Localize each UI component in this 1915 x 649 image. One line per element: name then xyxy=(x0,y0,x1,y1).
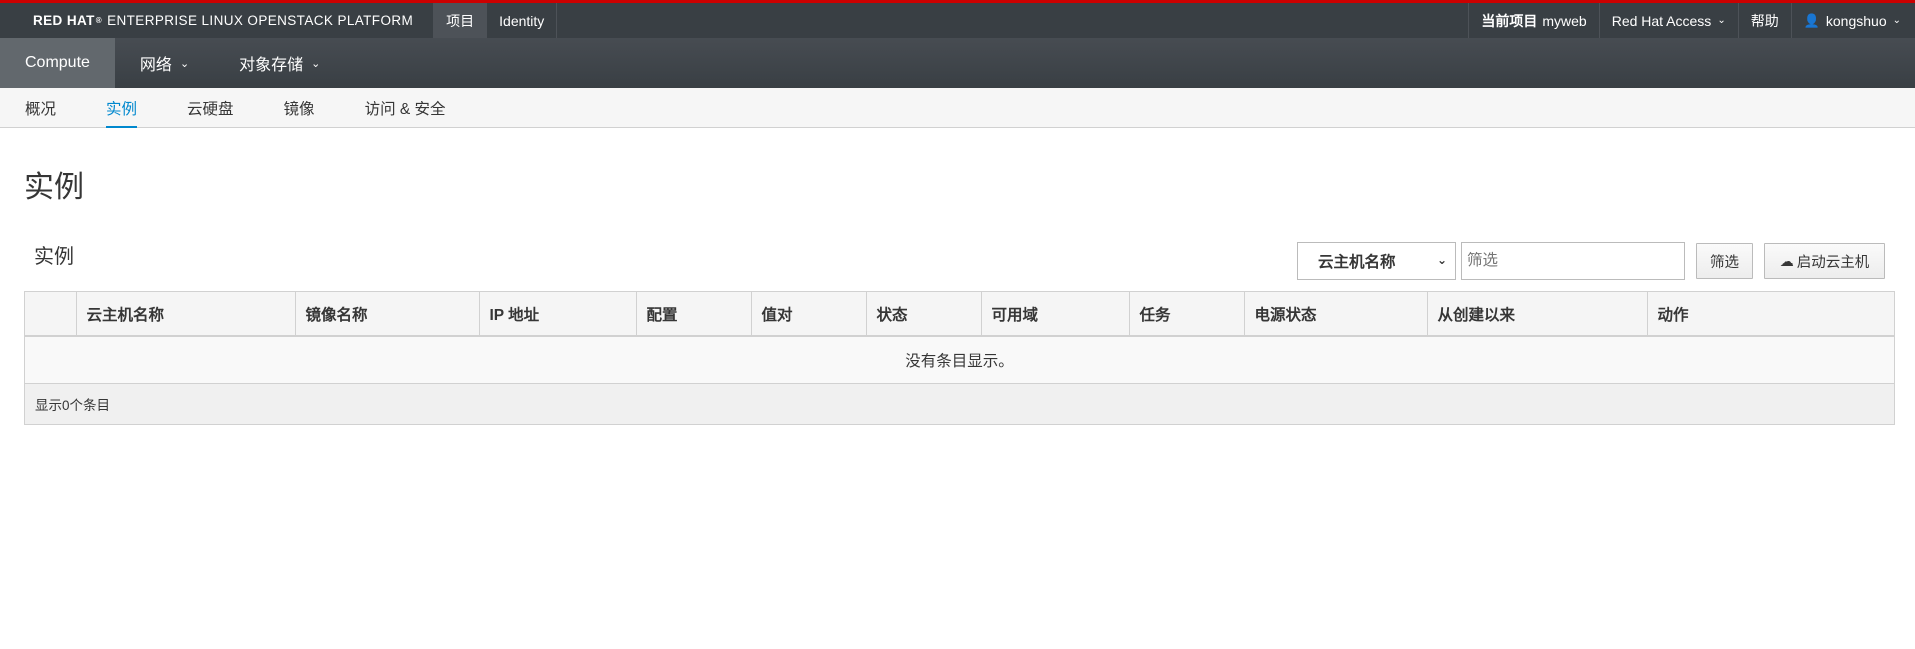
filter-button[interactable]: 筛选 xyxy=(1696,243,1753,279)
red-hat-access-menu[interactable]: Red Hat Access ⌄ xyxy=(1598,3,1738,38)
table-header-row: 云主机名称 镜像名称 IP 地址 配置 值对 状态 可用域 任务 电源状态 从创… xyxy=(25,292,1894,337)
column-header[interactable]: 镜像名称 xyxy=(295,292,480,337)
select-all-column[interactable] xyxy=(25,292,77,337)
filter-button-label: 筛选 xyxy=(1710,254,1739,271)
brand-logo[interactable]: RED HAT ® ENTERPRISE LINUX OPENSTACK PLAT… xyxy=(0,3,433,38)
column-header[interactable]: 可用域 xyxy=(981,292,1130,337)
nav-compute-label: Compute xyxy=(25,54,90,71)
subnav-images[interactable]: 镜像 xyxy=(284,88,315,127)
nav-network[interactable]: 网络 ⌄ xyxy=(115,38,214,88)
user-icon: 👤 xyxy=(1803,12,1820,28)
empty-message: 没有条目显示。 xyxy=(25,336,1894,384)
page-title: 实例 xyxy=(24,171,84,204)
filter-input[interactable] xyxy=(1461,242,1685,280)
column-header[interactable]: 任务 xyxy=(1129,292,1245,337)
nav-compute[interactable]: Compute xyxy=(0,38,115,88)
chevron-down-icon: ⌄ xyxy=(179,57,190,70)
column-header[interactable]: IP 地址 xyxy=(479,292,637,337)
help-label: 帮助 xyxy=(1750,12,1779,29)
chevron-down-icon: ⌄ xyxy=(1436,253,1447,267)
empty-row: 没有条目显示。 xyxy=(25,336,1894,384)
masthead: RED HAT ® ENTERPRISE LINUX OPENSTACK PLAT… xyxy=(0,0,1915,38)
chevron-down-icon: ⌄ xyxy=(1717,15,1726,26)
current-project-prefix: 当前项目 xyxy=(1481,12,1538,29)
main-nav: Compute 网络 ⌄ 对象存储 ⌄ xyxy=(0,38,1915,88)
user-label: kongshuo xyxy=(1825,12,1887,29)
tab-project[interactable]: 项目 xyxy=(433,3,488,38)
help-link[interactable]: 帮助 xyxy=(1737,3,1791,38)
subnav-volumes[interactable]: 云硬盘 xyxy=(187,88,234,127)
launch-instance-label: 启动云主机 xyxy=(1796,254,1870,271)
column-header[interactable]: 值对 xyxy=(751,292,867,337)
nav-object-storage[interactable]: 对象存储 ⌄ xyxy=(214,38,345,88)
brand-registered: ® xyxy=(95,16,103,25)
filter-field-value: 云主机名称 xyxy=(1318,254,1396,271)
cloud-upload-icon: ☁ xyxy=(1779,252,1794,269)
column-header[interactable]: 状态 xyxy=(866,292,982,337)
column-header[interactable]: 配置 xyxy=(636,292,752,337)
subnav-overview[interactable]: 概况 xyxy=(25,88,56,127)
subnav-instances[interactable]: 实例 xyxy=(106,88,138,128)
column-header[interactable]: 从创建以来 xyxy=(1427,292,1648,337)
current-project-name: myweb xyxy=(1542,12,1587,29)
column-header[interactable]: 云主机名称 xyxy=(76,292,296,337)
table-footer: 显示0个条目 xyxy=(25,383,1894,424)
chevron-down-icon: ⌄ xyxy=(1892,15,1901,26)
sub-nav: 概况 实例 云硬盘 镜像 访问 & 安全 xyxy=(0,88,1915,128)
brand-rest: ENTERPRISE LINUX OPENSTACK PLATFORM xyxy=(107,13,414,28)
filter-field-select[interactable]: 云主机名称 ⌄ xyxy=(1297,242,1456,280)
launch-instance-button[interactable]: ☁ 启动云主机 xyxy=(1764,243,1885,279)
user-menu[interactable]: 👤 kongshuo ⌄ xyxy=(1790,3,1915,38)
tab-identity[interactable]: Identity xyxy=(487,3,558,38)
section-title: 实例 xyxy=(34,246,74,268)
subnav-access-security[interactable]: 访问 & 安全 xyxy=(365,88,446,127)
chevron-down-icon: ⌄ xyxy=(311,57,321,70)
brand-bold: RED HAT xyxy=(33,13,95,28)
nav-network-label: 网络 xyxy=(139,57,172,74)
red-hat-access-label: Red Hat Access xyxy=(1611,12,1712,29)
nav-object-storage-label: 对象存储 xyxy=(239,57,304,74)
current-project[interactable]: 当前项目 myweb xyxy=(1468,3,1598,38)
column-header: 动作 xyxy=(1647,292,1894,337)
column-header[interactable]: 电源状态 xyxy=(1244,292,1428,337)
item-count: 显示0个条目 xyxy=(25,383,1894,424)
instances-table: 云主机名称 镜像名称 IP 地址 配置 值对 状态 可用域 任务 电源状态 从创… xyxy=(24,291,1895,425)
top-right-menu: 当前项目 myweb Red Hat Access ⌄ 帮助 👤 kongshu… xyxy=(1468,3,1915,38)
